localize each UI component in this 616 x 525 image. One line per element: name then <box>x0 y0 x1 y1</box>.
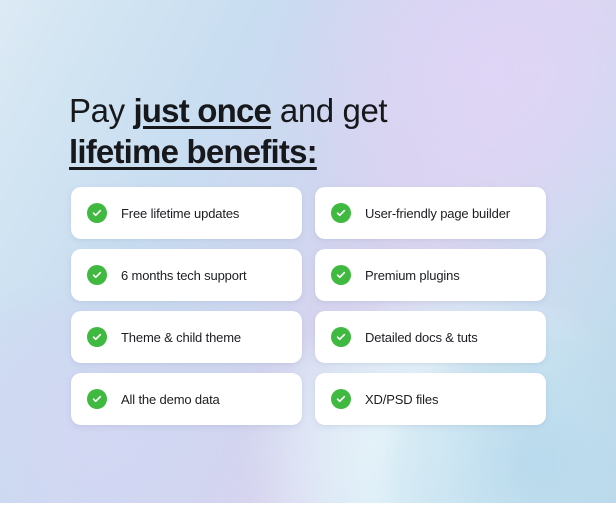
benefit-card: Free lifetime updates <box>71 187 302 239</box>
benefit-label: 6 months tech support <box>121 267 247 283</box>
bottom-white-strip <box>0 503 616 525</box>
check-icon <box>331 203 351 223</box>
benefit-card: Theme & child theme <box>71 311 302 363</box>
section-heading: Pay just once and get lifetime benefits: <box>69 90 539 172</box>
check-icon <box>87 389 107 409</box>
pricing-benefits-section: Pay just once and get lifetime benefits:… <box>0 0 616 525</box>
check-icon <box>87 203 107 223</box>
heading-line1-suffix: and get <box>271 92 388 130</box>
check-icon <box>87 265 107 285</box>
benefit-label: XD/PSD files <box>365 391 439 407</box>
benefit-label: Free lifetime updates <box>121 205 240 221</box>
benefit-card: Premium plugins <box>315 249 546 301</box>
heading-line-1: Pay just once and get <box>69 90 539 131</box>
benefit-card: 6 months tech support <box>71 249 302 301</box>
benefit-card: All the demo data <box>71 373 302 425</box>
benefit-label: All the demo data <box>121 391 220 407</box>
benefit-card: XD/PSD files <box>315 373 546 425</box>
benefits-grid: Free lifetime updates User-friendly page… <box>71 187 546 425</box>
check-icon <box>331 265 351 285</box>
check-icon <box>331 327 351 347</box>
heading-line-2: lifetime benefits: <box>69 131 539 172</box>
heading-line1-prefix: Pay <box>69 92 134 130</box>
check-icon <box>331 389 351 409</box>
heading-line1-emphasis: just once <box>133 92 272 130</box>
benefit-card: User-friendly page builder <box>315 187 546 239</box>
benefit-label: User-friendly page builder <box>365 205 510 221</box>
benefit-card: Detailed docs & tuts <box>315 311 546 363</box>
heading-line2-emphasis: lifetime benefits: <box>69 133 318 171</box>
benefit-label: Premium plugins <box>365 267 460 283</box>
benefit-label: Detailed docs & tuts <box>365 329 478 345</box>
check-icon <box>87 327 107 347</box>
benefit-label: Theme & child theme <box>121 329 241 345</box>
